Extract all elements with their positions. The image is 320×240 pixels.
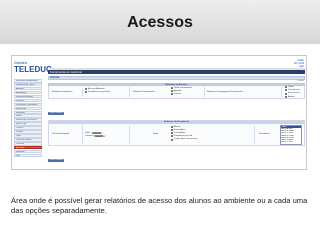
aggregation-label: Relatório de agregação Ferramentas [207,90,243,93]
generate-frequency-button[interactable]: Gerar relatório [48,158,65,162]
radio-icon[interactable] [285,92,287,95]
date-to-row: Término: 06/06/2007 [85,134,125,138]
teleduc-logo: Centro TELEDUC [14,60,52,77]
radio-icon[interactable] [85,87,87,90]
option-correio[interactable]: Correio [171,93,201,96]
checkbox-icon[interactable] [171,132,173,135]
list-item[interactable]: Aluno G Dias [281,141,301,143]
section-access-row: Relatório Freqüência Acesso Ambiente Fre… [48,85,306,99]
period-label: Período desejado [52,132,70,135]
option-periodo[interactable]: Freqüência no período [85,91,115,94]
checkbox-icon[interactable] [171,89,173,92]
screenshot-frame: Centro TELEDUC Voltar Ver perfil Sair Fe… [11,55,307,170]
logo-word: TELEDUC [14,65,52,74]
students-label: Estudantes [259,132,270,135]
checkbox-icon[interactable] [171,138,173,141]
sidebar-item[interactable]: Sair [14,153,42,158]
option-dias-sem-acesso[interactable]: Contar dias sem acesso [171,138,211,141]
checkbox-icon[interactable] [171,135,173,138]
slide-title-bar: Acessos [0,0,320,44]
checkbox-icon[interactable] [171,125,173,128]
radio-icon[interactable] [285,86,287,89]
checkbox-icon[interactable] [171,93,173,96]
freq-report-label: Relatório Freqüência [52,90,73,93]
radio-icon[interactable] [285,89,287,92]
radio-icon[interactable] [285,95,287,98]
course-banner: Ferramentas de Gerência [48,70,305,74]
course-banner-title: Ferramentas de Gerência [50,70,82,74]
slide-caption: Área onde é possível gerar relatórios de… [11,196,308,215]
section-frequency: Relatório de Freqüência Período desejado… [48,119,305,146]
tools-report-label: Relatório Ferramentas [133,90,155,93]
students-listbox[interactable]: Todos Aluno A Silva Aluno B Souza Aluno C L… [280,124,302,145]
checkbox-icon[interactable] [171,86,173,89]
checkbox-icon[interactable] [171,128,173,131]
generate-report-button[interactable]: Gerar relatório [48,111,65,115]
display-label: Exibir [153,132,159,135]
radio-icon[interactable] [85,90,87,93]
date-to-field[interactable]: 06/06/2007 [94,134,105,138]
date-to-label: Término: [85,134,94,137]
slide-title: Acessos [127,14,193,31]
main-area: Acessos 1 Ajuda Relatório de Acessos Rel… [48,76,305,168]
option-ambos[interactable]: Ambos [285,95,306,99]
sidebar-menu: Estrutura do Ambiente Dinâmica do Curso Ag… [14,79,42,169]
